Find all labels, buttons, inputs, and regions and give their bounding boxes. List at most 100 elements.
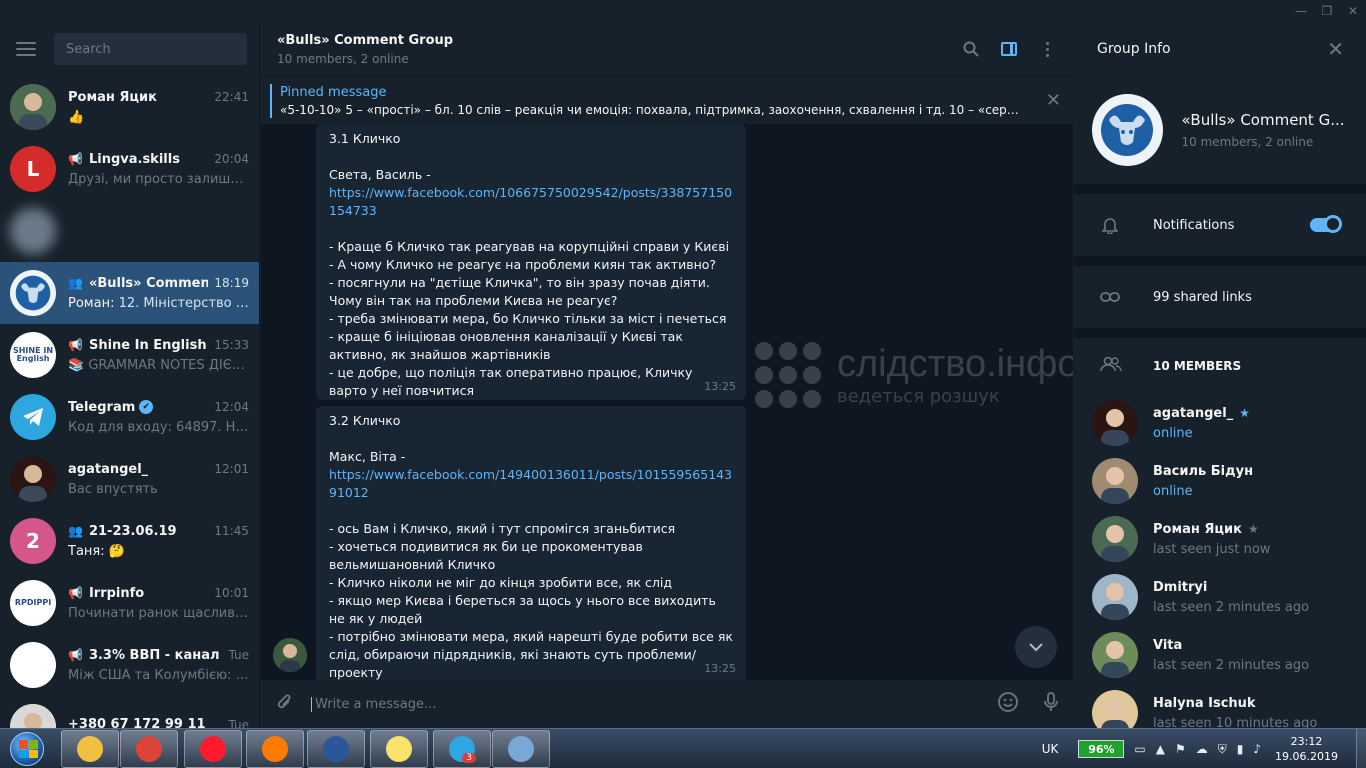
chat-avatar — [10, 208, 56, 254]
start-button[interactable] — [4, 730, 50, 768]
member-status: last seen just now — [1153, 541, 1271, 557]
close-icon[interactable]: ✕ — [1340, 0, 1366, 22]
chat-name: 📢 Shine In English — [68, 337, 207, 353]
chat-area: «Bulls» Comment Group 10 members, 2 onli… — [261, 22, 1073, 728]
search-input[interactable]: Search — [54, 33, 247, 65]
chat-subtitle: 10 members, 2 online — [277, 51, 409, 66]
member-row[interactable]: Halyna Ischuk last seen 10 minutes ago — [1074, 684, 1366, 728]
channel-icon: 📢 — [68, 648, 83, 662]
verified-icon: ✔ — [139, 400, 154, 414]
member-row[interactable]: agatangel_ ★ online — [1074, 394, 1366, 452]
chat-preview: Між США та Колумбією: чи... — [68, 667, 249, 683]
chat-preview: Таня: 🤔 — [68, 543, 125, 559]
chat-name: 📢 Irrpinfo — [68, 585, 145, 601]
chat-preview: 👍 — [68, 109, 85, 125]
member-row[interactable]: Vita last seen 2 minutes ago — [1074, 626, 1366, 684]
message-list: слідство.інфо ведеться розшук 3.1 Кличко… — [261, 124, 1073, 680]
chat-title[interactable]: «Bulls» Comment Group — [277, 33, 961, 48]
sender-avatar[interactable] — [273, 638, 307, 672]
member-row[interactable]: Василь Бідун online — [1074, 452, 1366, 510]
search-icon[interactable] — [961, 39, 981, 59]
chat-preview: Роман: 12. Міністерство Лю... — [68, 295, 249, 311]
group-avatar[interactable] — [1092, 94, 1163, 166]
microphone-icon[interactable] — [1043, 691, 1059, 718]
notifications-label: Notifications — [1153, 217, 1235, 233]
network-icon[interactable]: ▮ — [1237, 742, 1244, 756]
shared-links-row[interactable]: 99 shared links — [1074, 266, 1366, 328]
cloud-icon[interactable]: ☁ — [1196, 742, 1208, 756]
tray-expand-icon[interactable]: ▲ — [1156, 742, 1165, 756]
group-subtitle: 10 members, 2 online — [1181, 135, 1314, 149]
volume-icon[interactable]: ♪ — [1253, 742, 1261, 756]
member-avatar — [1092, 690, 1138, 728]
chat-list-item[interactable]: 👥«Bulls» Comment ... 18:19 Роман: 12. Міні… — [0, 262, 259, 324]
maximize-icon[interactable]: ❐ — [1314, 0, 1340, 22]
member-name: Василь Бідун — [1153, 463, 1254, 479]
taskbar-app-explorer[interactable] — [61, 730, 119, 768]
chat-preview: Вас впустять — [68, 481, 158, 497]
notifications-row[interactable]: Notifications — [1074, 194, 1366, 256]
shield-icon[interactable]: ⛨ — [1218, 742, 1227, 757]
member-row[interactable]: Роман Яцик ★ last seen just now — [1074, 510, 1366, 568]
chat-list-item[interactable]: L 📢 Lingva.skills 20:04 Друзі, ми просто зал… — [0, 138, 259, 200]
action-center-icon[interactable]: ⚑ — [1175, 742, 1186, 756]
explorer-icon — [77, 736, 103, 762]
message-link[interactable]: https://www.facebook.com/149400136011/po… — [329, 467, 732, 500]
close-pinned-icon[interactable]: ✕ — [1046, 90, 1061, 111]
member-status: online — [1153, 483, 1193, 499]
attach-icon[interactable] — [275, 692, 299, 717]
close-icon[interactable]: ✕ — [1327, 37, 1344, 61]
pinned-text: «5-10-10» 5 – «прості» – бл. 10 слів – р… — [280, 102, 1026, 117]
taskbar-app-paint[interactable] — [492, 730, 550, 768]
side-panel-icon[interactable] — [999, 39, 1019, 59]
chat-list-item[interactable]: 📢3.3% ВВП - канал V... Tue Між США та Колу… — [0, 634, 259, 696]
pinned-label: Pinned message — [280, 84, 387, 100]
message-input[interactable]: Write a message... — [311, 696, 997, 712]
menu-icon[interactable] — [16, 42, 36, 56]
scroll-down-button[interactable] — [1015, 626, 1057, 668]
member-avatar — [1092, 574, 1138, 620]
chat-list-item[interactable] — [0, 200, 259, 262]
message-link[interactable]: https://www.facebook.com/106675750029542… — [329, 185, 732, 218]
chat-name: 📢3.3% ВВП - канал V... — [68, 647, 223, 663]
chat-list-item[interactable]: +380 67 172 99 11 Tue — [0, 696, 259, 728]
chat-preview: Друзі, ми просто залишимо... — [68, 171, 249, 187]
language-indicator[interactable]: UK — [1042, 742, 1059, 756]
sticky-notes-icon — [386, 736, 412, 762]
member-avatar — [1092, 516, 1138, 562]
chat-list-item[interactable]: Telegram✔ 12:04 Код для входу: 64897. Не п… — [0, 386, 259, 448]
battery-tray-icon[interactable]: ▭ — [1134, 742, 1145, 756]
members-count: 10 MEMBERS — [1153, 359, 1242, 373]
notifications-toggle[interactable] — [1310, 215, 1342, 233]
member-status: last seen 10 minutes ago — [1153, 715, 1318, 729]
taskbar-app-word[interactable] — [307, 730, 365, 768]
taskbar-app-chrome[interactable] — [120, 730, 178, 768]
chat-list-item[interactable]: Роман Яцик 22:41 👍 — [0, 76, 259, 138]
battery-indicator[interactable]: 96% — [1078, 740, 1125, 758]
chat-list-item[interactable]: SHINE IN English 📢 Shine In English 15:33 📚 … — [0, 324, 259, 386]
member-status: last seen 2 minutes ago — [1153, 657, 1310, 673]
pinned-message[interactable]: Pinned message «5-10-10» 5 – «прості» – … — [261, 76, 1073, 124]
opera-icon — [200, 736, 226, 762]
taskbar-app-sticky-notes[interactable] — [370, 730, 428, 768]
taskbar-app-opera[interactable] — [184, 730, 242, 768]
show-desktop-button[interactable] — [1356, 729, 1366, 768]
member-row[interactable]: Dmitryi last seen 2 minutes ago — [1074, 568, 1366, 626]
chat-list-item[interactable]: 2 👥 21-23.06.19 11:45 Таня: 🤔 — [0, 510, 259, 572]
more-icon[interactable] — [1037, 39, 1057, 59]
chat-list-item[interactable]: agatangel_ 12:01 Вас впустять — [0, 448, 259, 510]
emoji-icon[interactable] — [997, 691, 1019, 718]
windows-taskbar: 3 UK 96% ▭ ▲ ⚑ ☁ ⛨ ▮ ♪ 23:12 19.06.2019 — [0, 728, 1366, 768]
clock[interactable]: 23:12 19.06.2019 — [1275, 734, 1338, 764]
minimize-icon[interactable]: — — [1288, 0, 1314, 22]
avatar-text: 2 — [26, 529, 40, 553]
admin-star-icon: ★ — [1239, 406, 1250, 420]
taskbar-app-firefox[interactable] — [246, 730, 304, 768]
taskbar-app-telegram[interactable]: 3 — [433, 730, 491, 768]
chat-time: 20:04 — [214, 152, 249, 166]
chat-list-item[interactable]: RPDIPPI 📢 Irrpinfo 10:01 Починати ранок щасл… — [0, 572, 259, 634]
chat-preview: 📚 GRAMMAR NOTES ДІЄСЛ... — [68, 357, 249, 373]
chat-name: agatangel_ — [68, 461, 149, 477]
chat-avatar: 2 — [10, 518, 56, 564]
chat-name: 👥 21-23.06.19 — [68, 523, 177, 539]
